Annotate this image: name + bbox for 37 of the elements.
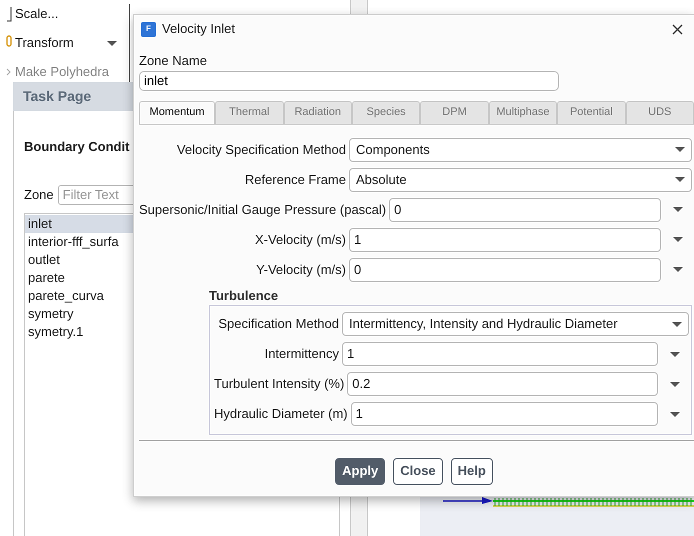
field-label: Turbulent Intensity (%) [214, 375, 346, 394]
app-logo: F [141, 22, 156, 36]
field-label: Specification Method [217, 315, 340, 334]
dropdown[interactable]: Absolute [349, 168, 692, 192]
window-title: Velocity Inlet [162, 20, 235, 38]
number-field[interactable]: 1 [342, 342, 658, 366]
dialog-button[interactable]: Help [450, 458, 493, 484]
dialog-button[interactable]: Apply [335, 458, 386, 484]
zone-label: Zone [24, 186, 54, 204]
dialog-button[interactable]: Close [393, 458, 443, 484]
tab[interactable]: Thermal [215, 100, 284, 124]
ribbon-button[interactable]: Scale... [15, 4, 58, 24]
number-field[interactable]: 0 [389, 198, 661, 222]
group-title: Turbulence [209, 286, 280, 304]
number-field[interactable]: 0.2 [347, 372, 658, 396]
dropdown[interactable]: Intermittency, Intensity and Hydraulic Diameter [342, 312, 689, 336]
tab[interactable]: Species [352, 100, 420, 124]
zone-name-field[interactable]: inlet [139, 70, 559, 90]
tab[interactable]: Radiation [284, 100, 352, 124]
ribbon-button[interactable]: Transform [15, 33, 74, 53]
field-label: Zone Name [138, 52, 208, 70]
field-label: Reference Frame [244, 170, 347, 189]
field-label: Velocity Specification Method [176, 140, 347, 159]
field-label: Hydraulic Diameter (m) [214, 405, 349, 424]
field-label: X-Velocity (m/s) [254, 230, 347, 249]
number-field[interactable]: 0 [349, 258, 661, 282]
tab[interactable]: DPM [420, 100, 489, 124]
tab[interactable]: Momentum [139, 100, 216, 124]
field-label: Y-Velocity (m/s) [255, 260, 347, 279]
number-field[interactable]: 1 [349, 228, 661, 252]
number-field[interactable]: 1 [350, 402, 658, 426]
tab[interactable]: Multiphase [488, 100, 558, 124]
field-label: Intermittency [264, 345, 340, 364]
tab[interactable]: Potential [557, 100, 626, 124]
panel-title: Boundary Condit [24, 138, 130, 156]
dropdown[interactable]: Components [349, 138, 692, 162]
tab[interactable]: UDS [626, 100, 694, 124]
